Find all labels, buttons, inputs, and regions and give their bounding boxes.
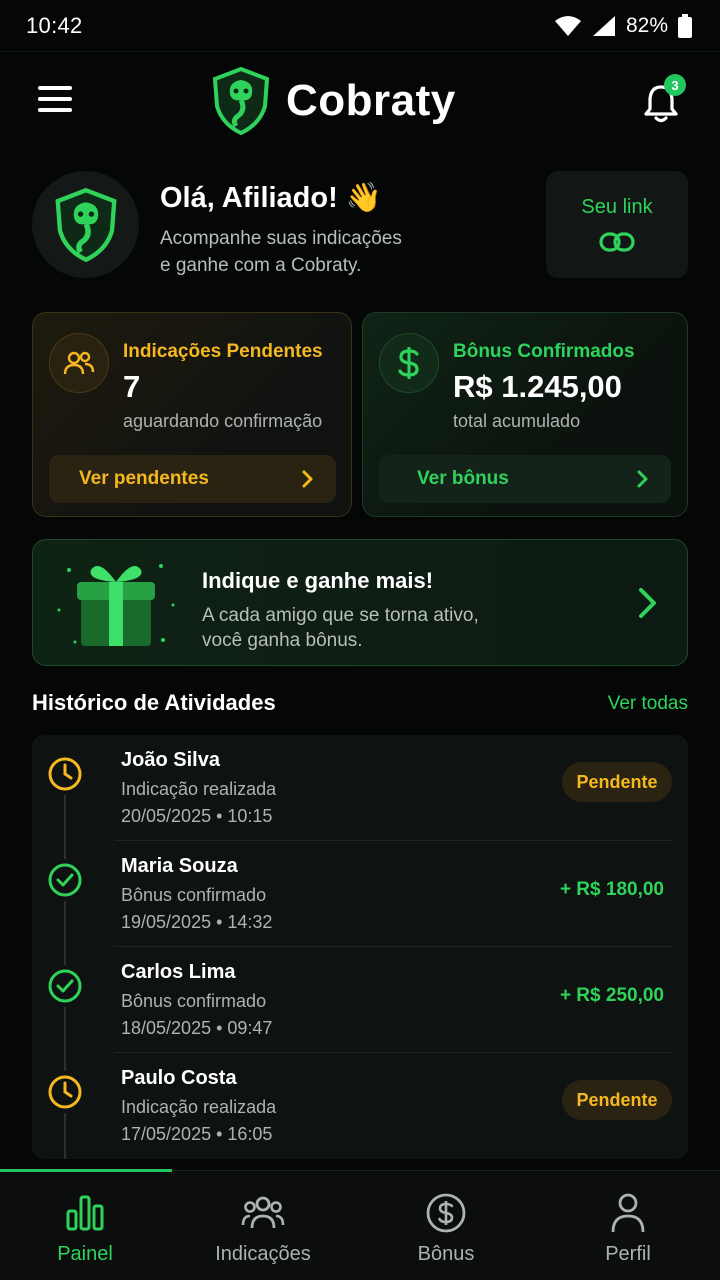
promo-line2: você ganha bônus. (202, 630, 363, 651)
greeting-subtitle-line2: e ganhe com a Cobraty. (160, 255, 362, 276)
users-icon (49, 333, 109, 393)
nav-item-indicacoes[interactable]: Indicações (173, 1171, 353, 1280)
nav-item-bonus[interactable]: Bônus (356, 1171, 536, 1280)
brand-logo: Cobraty (210, 66, 456, 136)
activity-desc: Indicação realizada (121, 779, 277, 799)
signal-icon (592, 15, 615, 36)
view-all-link[interactable]: Ver todas (608, 693, 688, 715)
status-icons: 82% (554, 13, 692, 38)
link-icon (599, 232, 635, 252)
gift-icon (57, 564, 175, 646)
view-pending-label: Ver pendentes (79, 468, 209, 489)
view-pending-button[interactable]: Ver pendentes (49, 455, 336, 503)
nav-item-perfil[interactable]: Perfil (538, 1171, 718, 1280)
dollar-icon (379, 333, 439, 393)
status-bar: 10:42 82% (0, 0, 720, 52)
activity-desc: Bônus confirmado (121, 991, 267, 1011)
status-badge: Pendente (562, 762, 672, 802)
user-icon (606, 1191, 650, 1235)
status-time: 10:42 (26, 12, 83, 38)
activity-date: 17/05/2025 • 16:05 (121, 1124, 273, 1144)
cobra-shield-icon (212, 66, 270, 136)
activity-date: 20/05/2025 • 10:15 (121, 806, 273, 826)
invite-promo-banner[interactable]: Indique e ganhe mais! A cada amigo que s… (32, 539, 688, 666)
chevron-right-icon (639, 588, 656, 618)
nav-label: Indicações (215, 1243, 311, 1265)
promo-title: Indique e ganhe mais! (202, 568, 434, 593)
greeting-section: Olá, Afiliado! 👋 Acompanhe suas indicaçõ… (32, 171, 688, 281)
greeting-title: Olá, Afiliado! 👋 (160, 182, 382, 214)
battery-percent: 82% (625, 13, 668, 37)
activity-name: Maria Souza (121, 855, 238, 877)
history-header: Histórico de Atividades Ver todas (32, 690, 688, 720)
nav-label: Perfil (605, 1243, 651, 1265)
promo-line1: A cada amigo que se torna ativo, (202, 605, 479, 626)
pending-referrals-card: Indicações Pendentes 7 aguardando confir… (32, 312, 352, 517)
pending-caption: aguardando confirmação (123, 411, 323, 431)
nav-label: Painel (57, 1243, 113, 1265)
referral-link-label: Seu link (581, 196, 653, 218)
activity-desc: Indicação realizada (121, 1097, 277, 1117)
notification-badge: 3 (664, 74, 686, 96)
confirmed-bonus-card: Bônus Confirmados R$ 1.245,00 total acum… (362, 312, 688, 517)
bonus-title: Bônus Confirmados (453, 341, 635, 362)
bottom-navigation: Painel Indicações Bônus Perfil (0, 1169, 720, 1280)
list-item[interactable]: Maria Souza Bônus confirmado 19/05/2025 … (32, 841, 688, 947)
activity-amount: + R$ 180,00 (559, 879, 664, 900)
pending-value: 7 (123, 369, 141, 404)
activity-name: Paulo Costa (121, 1067, 237, 1089)
chevron-right-icon (637, 470, 648, 488)
chevron-right-icon (302, 470, 313, 488)
notifications-button[interactable]: 3 (640, 74, 686, 124)
activity-date: 19/05/2025 • 14:32 (121, 912, 273, 932)
app-header: Cobraty 3 (0, 52, 720, 152)
battery-icon (678, 13, 692, 38)
referral-link-button[interactable]: Seu link (546, 171, 688, 278)
bar-chart-icon (63, 1191, 107, 1235)
check-circle-icon (44, 859, 86, 901)
history-title: Histórico de Atividades (32, 690, 276, 715)
check-circle-icon (44, 965, 86, 1007)
activity-list: João Silva Indicação realizada 20/05/202… (32, 735, 688, 1159)
view-bonus-label: Ver bônus (417, 468, 509, 489)
avatar (32, 171, 139, 278)
nav-label: Bônus (417, 1243, 475, 1265)
status-badge: Pendente (562, 1080, 672, 1120)
greeting-subtitle: Acompanhe suas indicações e ganhe com a … (160, 225, 460, 279)
activity-name: João Silva (121, 749, 220, 771)
greeting-subtitle-line1: Acompanhe suas indicações (160, 228, 402, 249)
wifi-icon (554, 15, 581, 36)
nav-item-painel[interactable]: Painel (0, 1171, 175, 1280)
list-item[interactable]: Paulo Costa Indicação realizada 17/05/20… (32, 1053, 688, 1159)
clock-icon (44, 753, 86, 795)
bonus-caption: total acumulado (453, 411, 581, 431)
dollar-circle-icon (424, 1191, 468, 1235)
view-bonus-button[interactable]: Ver bônus (379, 455, 671, 503)
cobra-shield-icon (54, 187, 117, 262)
activity-name: Carlos Lima (121, 961, 236, 983)
pending-title: Indicações Pendentes (123, 341, 323, 362)
activity-date: 18/05/2025 • 09:47 (121, 1018, 273, 1038)
bonus-value: R$ 1.245,00 (453, 369, 622, 404)
activity-amount: + R$ 250,00 (559, 985, 664, 1006)
activity-desc: Bônus confirmado (121, 885, 267, 905)
brand-name: Cobraty (286, 76, 456, 125)
menu-icon[interactable] (38, 86, 72, 114)
promo-subtitle: A cada amigo que se torna ativo, você ga… (202, 603, 522, 653)
list-item[interactable]: João Silva Indicação realizada 20/05/202… (32, 735, 688, 841)
list-item[interactable]: Carlos Lima Bônus confirmado 18/05/2025 … (32, 947, 688, 1053)
users-icon (241, 1191, 285, 1235)
clock-icon (44, 1071, 86, 1113)
